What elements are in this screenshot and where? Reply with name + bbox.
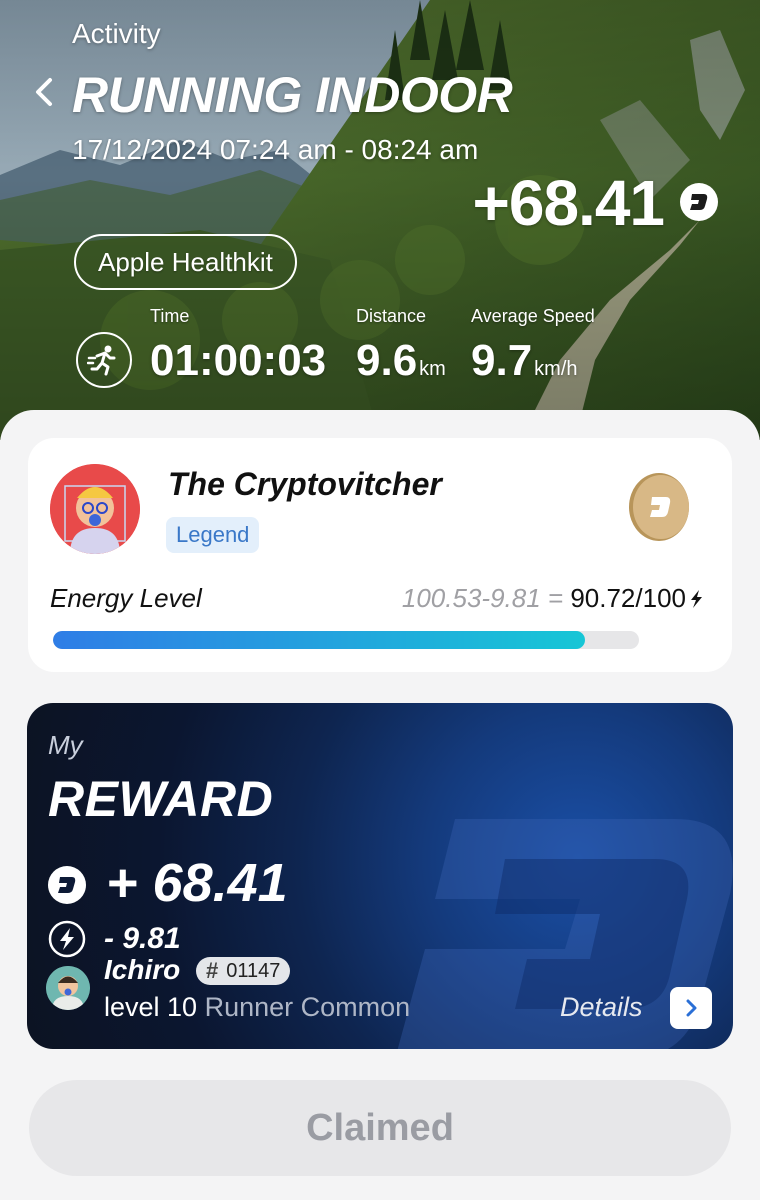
lightning-icon — [688, 589, 704, 609]
runner-id: 01147 — [226, 959, 281, 982]
reward-energy-amount: - 9.81 — [104, 922, 181, 955]
runner-level-number: level 10 — [104, 992, 198, 1022]
energy-lightning-icon — [48, 920, 86, 958]
time-label: Time — [150, 306, 190, 326]
distance-label: Distance — [356, 306, 427, 326]
reward-token-amount: + 68.41 — [106, 853, 288, 913]
energy-progress-bar — [53, 631, 639, 649]
distance-value: 9.6 — [356, 336, 418, 385]
runner-avatar — [46, 966, 90, 1010]
section-label: Activity — [72, 18, 161, 49]
user-name: The Cryptovitcher — [168, 466, 442, 502]
energy-cost: 9.81 — [490, 583, 541, 613]
reward-amount: +68.41 — [472, 167, 665, 239]
reward-my-label: My — [48, 730, 83, 760]
activity-title: RUNNING INDOOR — [72, 67, 513, 123]
running-icon — [76, 332, 132, 388]
reward-title: REWARD — [48, 771, 274, 827]
runner-name: Ichiro — [104, 954, 181, 985]
runner-level: level 10 Runner Common — [104, 992, 410, 1023]
energy-progress-fill — [53, 631, 585, 649]
speed-value-group: 9.7 km/h — [471, 336, 578, 386]
energy-result: 90.72/100 — [570, 583, 686, 613]
distance-unit: km — [419, 358, 446, 380]
speed-value: 9.7 — [471, 336, 533, 385]
distance-value-group: 9.6 km — [356, 336, 446, 386]
runner-class: Runner Common — [204, 992, 411, 1022]
speed-unit: km/h — [534, 358, 578, 380]
runner-id-badge: #01147 — [196, 957, 291, 985]
back-chevron-icon[interactable] — [30, 72, 58, 112]
data-source-badge: Apple Healthkit — [74, 234, 297, 290]
gold-token-coin-icon — [628, 472, 690, 542]
details-link[interactable]: Details — [560, 992, 643, 1023]
activity-datetime: 17/12/2024 07:24 am - 08:24 am — [72, 134, 479, 165]
token-coin-icon — [680, 183, 718, 221]
energy-calculation: 100.53-9.81 = 90.72/100 — [401, 583, 686, 613]
runner-id-hash: # — [206, 958, 219, 983]
token-coin-icon — [48, 866, 86, 904]
time-value: 01:00:03 — [150, 336, 327, 385]
energy-level-label: Energy Level — [50, 583, 202, 613]
user-avatar — [50, 464, 140, 554]
chevron-right-icon — [686, 999, 697, 1017]
details-button[interactable] — [670, 987, 712, 1029]
claimed-button[interactable]: Claimed — [29, 1080, 731, 1176]
energy-before: 100.53 — [401, 583, 482, 613]
rank-badge: Legend — [166, 517, 260, 553]
speed-label: Average Speed — [471, 306, 595, 326]
